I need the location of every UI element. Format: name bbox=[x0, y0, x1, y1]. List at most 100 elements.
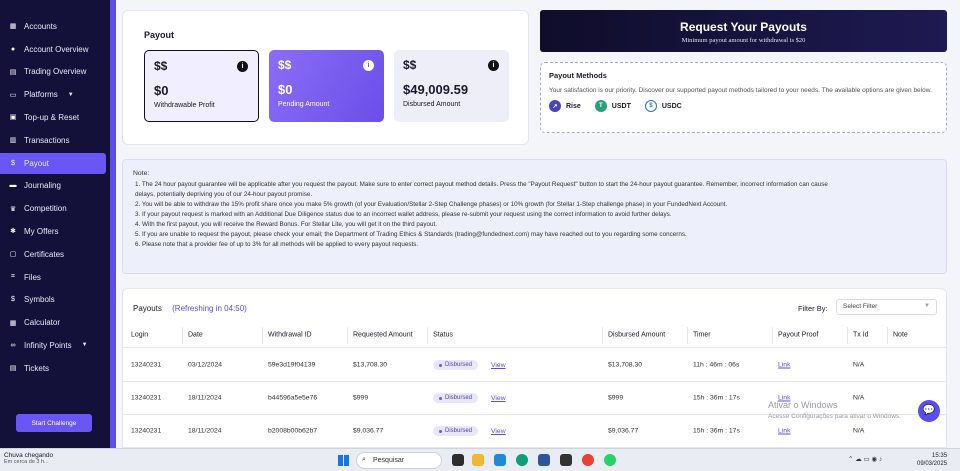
disbursed-amount-card: $$ i $49,009.59 Disbursed Amount bbox=[394, 50, 509, 122]
view-link[interactable]: View bbox=[491, 362, 506, 369]
sidebar-item-platforms[interactable]: ▭ Platforms ▼ bbox=[0, 84, 110, 105]
edge-icon[interactable] bbox=[516, 454, 528, 466]
note-line: 4. With the first payout, you will recei… bbox=[135, 221, 438, 228]
clock[interactable]: 15:35 09/03/2025 bbox=[917, 452, 947, 468]
method-rise-label: Rise bbox=[566, 102, 581, 110]
request-payouts-title: Request Your Payouts bbox=[680, 20, 807, 34]
cell-wid: b44596a5e5e76 bbox=[268, 394, 318, 402]
sidebar-item-tickets[interactable]: ▤ Tickets bbox=[0, 358, 110, 379]
info-icon[interactable]: i bbox=[363, 60, 374, 71]
journal-icon: ▬ bbox=[9, 182, 17, 190]
info-icon[interactable]: i bbox=[237, 61, 248, 72]
info-icon[interactable]: i bbox=[488, 60, 499, 71]
sidebar-item-payout[interactable]: $ Payout bbox=[0, 152, 106, 174]
pending-amount-card: $$ i $0 Pending Amount bbox=[269, 50, 384, 122]
search-icon: ⌕ bbox=[362, 456, 366, 463]
coins-icon: $$ bbox=[154, 59, 168, 73]
column-divider bbox=[262, 327, 263, 344]
cell-date: 18/11/2024 bbox=[188, 427, 222, 435]
column-header: Requested Amount bbox=[353, 331, 413, 339]
tether-icon: T bbox=[594, 100, 607, 112]
taskbar-search-label: Pesquisar bbox=[373, 457, 405, 464]
notes-title: Note: bbox=[133, 170, 150, 177]
sidebar-item-accounts[interactable]: ▦ Accounts bbox=[0, 16, 110, 37]
column-header: Login bbox=[131, 331, 149, 339]
sidebar-item-calculator[interactable]: ▦ Calculator bbox=[0, 312, 110, 333]
view-link[interactable]: View bbox=[491, 428, 506, 435]
sidebar-item-label: Accounts bbox=[24, 21, 57, 31]
sidebar-item-transactions[interactable]: ▥ Transactions bbox=[0, 130, 110, 151]
status-text: Disbursed bbox=[445, 362, 473, 368]
sidebar-item-certificates[interactable]: ▢ Certificates bbox=[0, 244, 110, 265]
coins-icon: $$ bbox=[403, 58, 417, 72]
pending-amount-label: Pending Amount bbox=[278, 101, 330, 108]
chrome-icon[interactable] bbox=[582, 454, 594, 466]
sidebar-item-competition[interactable]: ♛ Competition bbox=[0, 198, 110, 219]
windows-start-icon[interactable] bbox=[338, 455, 349, 466]
table-row: 13240231 03/12/2024 59e3d19f04139 $13,708.3… bbox=[123, 349, 946, 382]
payout-proof-link[interactable]: Link bbox=[778, 428, 790, 435]
start-challenge-button[interactable]: Start Challenge bbox=[16, 414, 92, 432]
column-header: Note bbox=[893, 331, 908, 339]
status-dot-icon bbox=[439, 396, 442, 400]
chat-icon[interactable]: 💬 bbox=[918, 400, 940, 422]
sidebar-item-label: Infinity Points bbox=[24, 340, 72, 350]
note-line: 3. If your payout request is marked with… bbox=[135, 211, 672, 218]
sidebar-item-top-up-reset[interactable]: ▣ Top-up & Reset bbox=[0, 107, 110, 128]
status-badge: Disbursed bbox=[433, 360, 479, 370]
grid-icon: ▦ bbox=[9, 23, 17, 31]
sidebar-item-infinity-points[interactable]: ∞ Infinity Points ▼ bbox=[0, 335, 110, 356]
sidebar-item-trading-overview[interactable]: ▤ Trading Overview bbox=[0, 61, 110, 82]
payout-icon: $ bbox=[11, 159, 15, 167]
user-icon: ● bbox=[10, 45, 16, 53]
filter-label: Filter By: bbox=[798, 304, 828, 313]
sidebar-item-symbols[interactable]: $ Symbols bbox=[0, 289, 110, 310]
files-icon: ⌗ bbox=[11, 273, 15, 281]
sidebar-item-files[interactable]: ⌗ Files bbox=[0, 267, 110, 288]
mail-icon[interactable] bbox=[494, 454, 506, 466]
disbursed-amount-value: $49,009.59 bbox=[403, 82, 469, 97]
offers-icon: ✱ bbox=[10, 228, 16, 236]
sidebar-item-label: My Offers bbox=[24, 226, 59, 236]
sidebar: ▦ Accounts ● Account Overview ▤ Trading Overv… bbox=[0, 0, 110, 448]
file-explorer-icon[interactable] bbox=[472, 454, 484, 466]
system-tray[interactable]: ⌃ ☁ ▭ ◉ ♪ bbox=[848, 455, 882, 463]
method-usdc-label: USDC bbox=[661, 102, 682, 110]
chevron-down-icon: ▼ bbox=[67, 91, 74, 98]
status-badge: Disbursed bbox=[433, 393, 479, 403]
cell-txid: N/A bbox=[853, 394, 865, 402]
column-divider bbox=[847, 327, 848, 344]
sidebar-item-my-offers[interactable]: ✱ My Offers bbox=[0, 221, 110, 242]
cell-date: 03/12/2024 bbox=[188, 361, 223, 369]
sidebar-item-label: Platforms bbox=[24, 90, 58, 100]
task-view-icon[interactable] bbox=[452, 454, 464, 466]
sidebar-item-journaling[interactable]: ▬ Journaling bbox=[0, 175, 110, 196]
view-link[interactable]: View bbox=[491, 395, 506, 402]
payout-proof-link[interactable]: Link bbox=[778, 362, 790, 369]
column-header: Disbursed Amount bbox=[608, 331, 666, 339]
cell-login: 13240231 bbox=[131, 394, 162, 402]
sidebar-item-label: Account Overview bbox=[24, 44, 89, 54]
store-icon[interactable] bbox=[560, 454, 572, 466]
status-text: Disbursed bbox=[445, 395, 473, 401]
taskbar-search[interactable]: ⌕ Pesquisar bbox=[356, 452, 442, 469]
status-badge: Disbursed bbox=[433, 426, 479, 436]
filter-select[interactable]: Select Filter ▼ bbox=[836, 299, 937, 315]
column-divider bbox=[347, 327, 348, 344]
coins-icon: $$ bbox=[278, 58, 292, 72]
cell-timer: 11h : 46m : 06s bbox=[693, 361, 740, 369]
payout-title: Payout bbox=[144, 30, 175, 40]
windows-watermark-title: Ativar o Windows bbox=[768, 400, 838, 410]
whatsapp-icon[interactable] bbox=[604, 454, 616, 466]
request-payouts-button[interactable]: Request Your Payouts Minimum payout amou… bbox=[540, 10, 947, 52]
status-cell: Disbursed View bbox=[433, 426, 506, 436]
word-icon[interactable] bbox=[538, 454, 550, 466]
weather-widget[interactable]: Chuva chegando Em cerca de 3 h... bbox=[4, 452, 53, 465]
sidebar-item-label: Tickets bbox=[24, 363, 50, 373]
sidebar-item-label: Payout bbox=[24, 158, 49, 168]
note-line: 2. You will be able to withdraw the 15% … bbox=[135, 201, 728, 208]
note-line: 5. If you are unable to request the payo… bbox=[135, 231, 687, 238]
sidebar-item-account-overview[interactable]: ● Account Overview bbox=[0, 39, 110, 60]
table-header: Login Date Withdrawal ID Requested Amount St… bbox=[123, 323, 946, 348]
sidebar-item-label: Journaling bbox=[24, 181, 61, 191]
